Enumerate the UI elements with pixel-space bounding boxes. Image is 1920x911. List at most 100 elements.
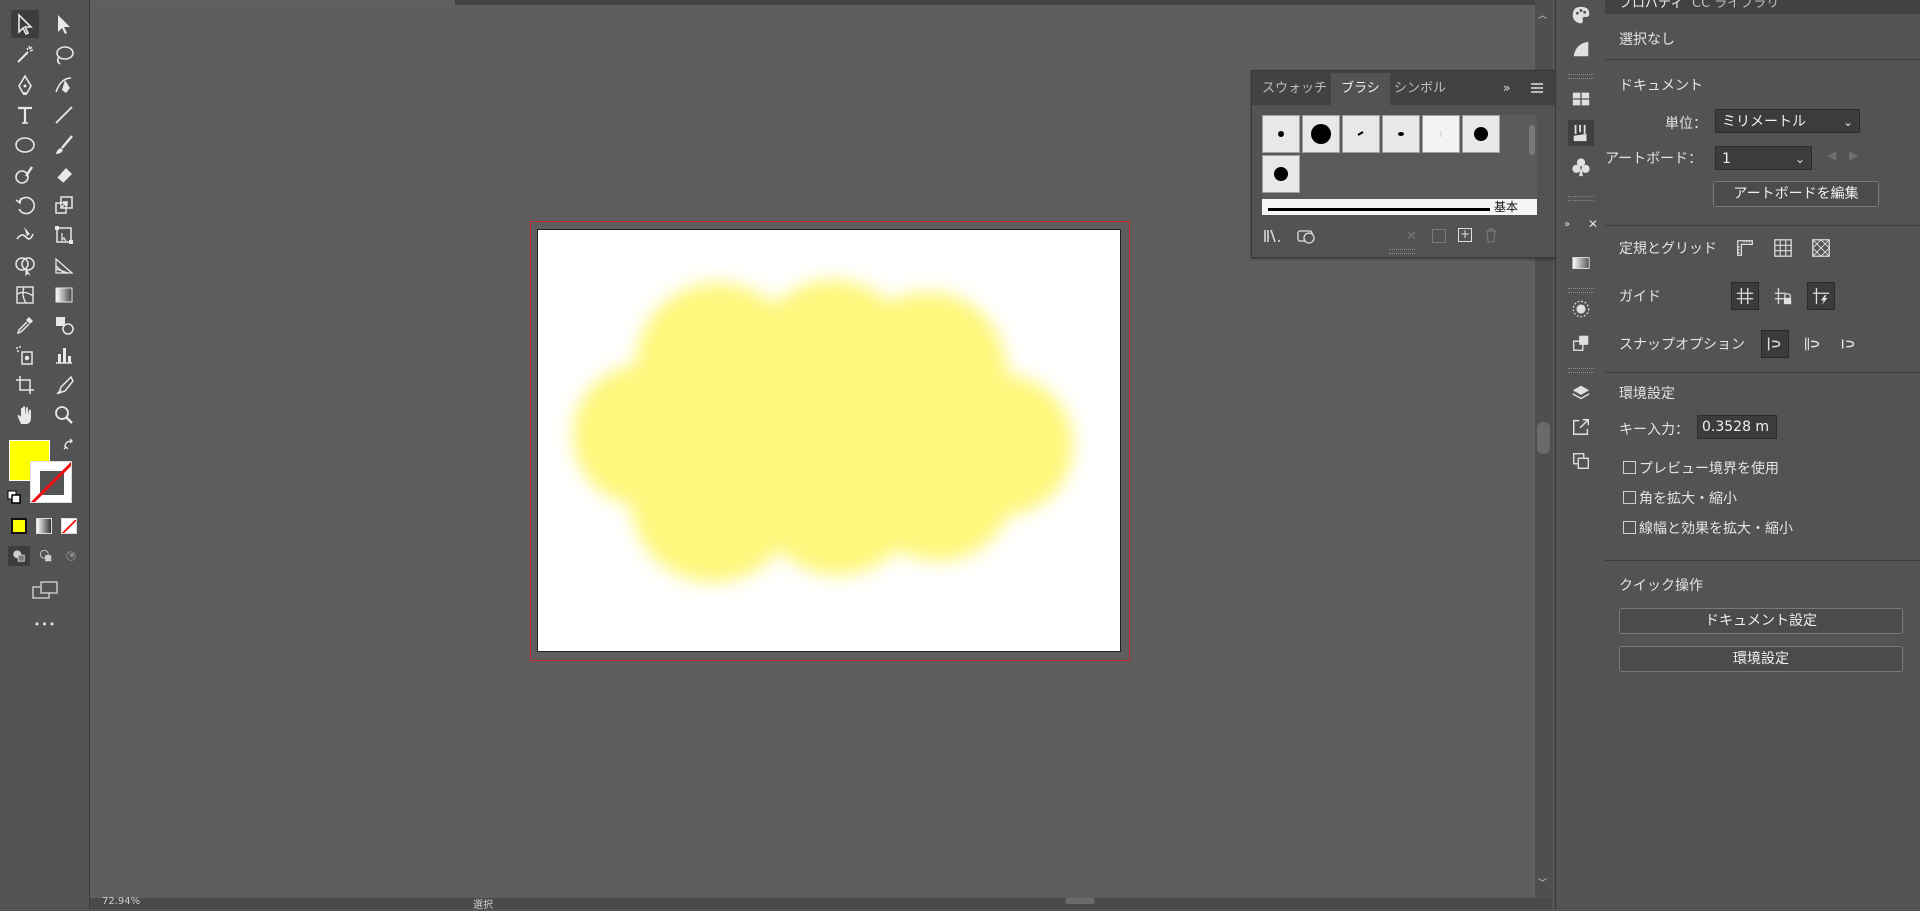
swatches-icon[interactable] — [1568, 86, 1594, 112]
direct-selection-tool-icon[interactable] — [50, 10, 78, 38]
tab-properties[interactable]: プロパティ — [1619, 0, 1683, 11]
rulers-icon[interactable] — [1731, 234, 1759, 262]
snap-to-glyph-icon[interactable] — [1798, 330, 1826, 358]
rotate-tool-icon[interactable] — [11, 191, 39, 219]
draw-inside-icon[interactable] — [60, 546, 82, 566]
panel-resize-grip[interactable] — [1389, 249, 1415, 254]
brush-item[interactable] — [1342, 115, 1380, 153]
scroll-up-icon[interactable]: ︿ — [1538, 8, 1549, 21]
export-icon[interactable] — [1568, 414, 1594, 440]
paintbrush-tool-icon[interactable] — [50, 131, 78, 159]
dock-grip[interactable] — [1568, 196, 1594, 201]
artboards-panel-icon[interactable] — [1568, 448, 1594, 474]
eyedropper-tool-icon[interactable] — [11, 311, 39, 339]
lasso-tool-icon[interactable] — [50, 41, 78, 69]
cloud-shape[interactable] — [538, 230, 1121, 652]
artboard-dropdown[interactable]: 1 ⌄ — [1715, 146, 1812, 170]
scroll-thumb[interactable] — [1537, 422, 1550, 454]
draw-behind-icon[interactable] — [35, 546, 57, 566]
tab-symbols[interactable]: シンボル — [1384, 73, 1456, 105]
checkbox-scale-strokes-effects[interactable]: 線幅と効果を拡大・縮小 — [1623, 518, 1793, 538]
snap-to-point-icon[interactable] — [1835, 330, 1863, 358]
pen-tool-icon[interactable] — [11, 71, 39, 99]
checkbox-box[interactable] — [1623, 521, 1636, 534]
magic-wand-tool-icon[interactable] — [11, 41, 39, 69]
layers-icon[interactable] — [1568, 380, 1594, 406]
artboard-tool-icon[interactable] — [11, 371, 39, 399]
artboard[interactable] — [537, 229, 1121, 652]
brush-scrollbar[interactable] — [1527, 115, 1537, 200]
slice-tool-icon[interactable] — [50, 371, 78, 399]
zoom-tool-icon[interactable] — [50, 401, 78, 429]
dock-grip[interactable] — [1568, 368, 1594, 373]
swap-fill-stroke-icon[interactable] — [62, 437, 78, 453]
mesh-tool-icon[interactable] — [11, 281, 39, 309]
brush-item[interactable] — [1262, 115, 1300, 153]
basic-brush-row[interactable]: 基本 — [1262, 199, 1537, 215]
color-mode-button[interactable] — [11, 518, 27, 534]
grid-icon[interactable] — [1769, 234, 1797, 262]
symbol-sprayer-tool-icon[interactable] — [11, 341, 39, 369]
gradient-mode-button[interactable] — [36, 518, 52, 534]
hand-tool-icon[interactable] — [11, 401, 39, 429]
transform-panel-icon[interactable] — [1568, 330, 1594, 356]
checkbox-box[interactable] — [1623, 461, 1636, 474]
shaper-tool-icon[interactable] — [11, 161, 39, 189]
brush-item[interactable] — [1462, 115, 1500, 153]
perspective-grid-tool-icon[interactable] — [50, 251, 78, 279]
curvature-tool-icon[interactable] — [50, 71, 78, 99]
gradient-tool-icon[interactable] — [50, 281, 78, 309]
close-dock-icon[interactable]: ✕ — [1588, 217, 1598, 231]
edit-artboard-button[interactable]: アートボードを編集 — [1713, 181, 1879, 207]
tab-brushes[interactable]: ブラシ — [1331, 73, 1390, 105]
draw-normal-icon[interactable] — [8, 546, 30, 566]
transparency-grid-icon[interactable] — [1807, 234, 1835, 262]
more-tools-button[interactable]: ••• — [31, 618, 59, 631]
type-tool-icon[interactable] — [11, 101, 39, 129]
dock-grip[interactable] — [1568, 288, 1594, 293]
new-brush-icon[interactable]: + — [1458, 228, 1472, 242]
eraser-tool-icon[interactable] — [50, 161, 78, 189]
checkbox-use-preview-bounds[interactable]: プレビュー境界を使用 — [1623, 458, 1779, 478]
lock-guides-icon[interactable] — [1769, 282, 1797, 310]
cc-libraries-icon[interactable] — [1296, 227, 1318, 245]
scale-tool-icon[interactable] — [50, 191, 78, 219]
zoom-level[interactable]: 72.94% — [102, 896, 140, 907]
ellipse-tool-icon[interactable] — [11, 131, 39, 159]
tab-swatches[interactable]: スウォッチ — [1252, 73, 1337, 105]
selection-tool-icon[interactable] — [11, 10, 39, 38]
warp-tool-icon[interactable] — [11, 221, 39, 249]
brush-item[interactable] — [1422, 115, 1460, 153]
free-transform-tool-icon[interactable] — [50, 221, 78, 249]
scroll-down-icon[interactable]: ﹀ — [1538, 876, 1549, 889]
brushes-icon[interactable] — [1568, 120, 1594, 146]
h-scroll-thumb[interactable] — [1065, 898, 1095, 904]
tab-cc-libraries[interactable]: CC ライブラリ — [1692, 0, 1779, 11]
default-fill-stroke-icon[interactable] — [7, 489, 21, 504]
brush-item[interactable] — [1302, 115, 1340, 153]
brush-libraries-icon[interactable] — [1262, 227, 1284, 245]
unit-dropdown[interactable]: ミリメートル ⌄ — [1715, 109, 1860, 133]
appearance-icon[interactable] — [1568, 296, 1594, 322]
show-guides-icon[interactable] — [1731, 282, 1759, 310]
color-palette-icon[interactable] — [1568, 2, 1594, 28]
symbols-icon[interactable] — [1568, 154, 1594, 180]
blend-tool-icon[interactable] — [50, 311, 78, 339]
brush-item[interactable] — [1382, 115, 1420, 153]
document-setup-button[interactable]: ドキュメント設定 — [1619, 608, 1903, 634]
screen-mode-icon[interactable] — [31, 580, 59, 600]
line-segment-tool-icon[interactable] — [50, 101, 78, 129]
checkbox-scale-corners[interactable]: 角を拡大・縮小 — [1623, 488, 1737, 508]
expand-panel-icon[interactable]: » — [1503, 81, 1510, 95]
panel-menu-icon[interactable] — [1530, 80, 1544, 94]
brush-item[interactable] — [1262, 155, 1300, 193]
smart-guides-icon[interactable] — [1807, 282, 1835, 310]
collapse-dock-icon[interactable]: » — [1564, 219, 1570, 230]
gradient-panel-icon[interactable] — [1568, 250, 1594, 276]
stroke-swatch[interactable] — [30, 461, 72, 503]
column-graph-tool-icon[interactable] — [50, 341, 78, 369]
keyboard-increment-input[interactable]: 0.3528 m — [1697, 415, 1777, 439]
shape-builder-tool-icon[interactable] — [11, 251, 39, 279]
dock-grip[interactable] — [1568, 74, 1594, 79]
color-guide-icon[interactable] — [1568, 36, 1594, 62]
